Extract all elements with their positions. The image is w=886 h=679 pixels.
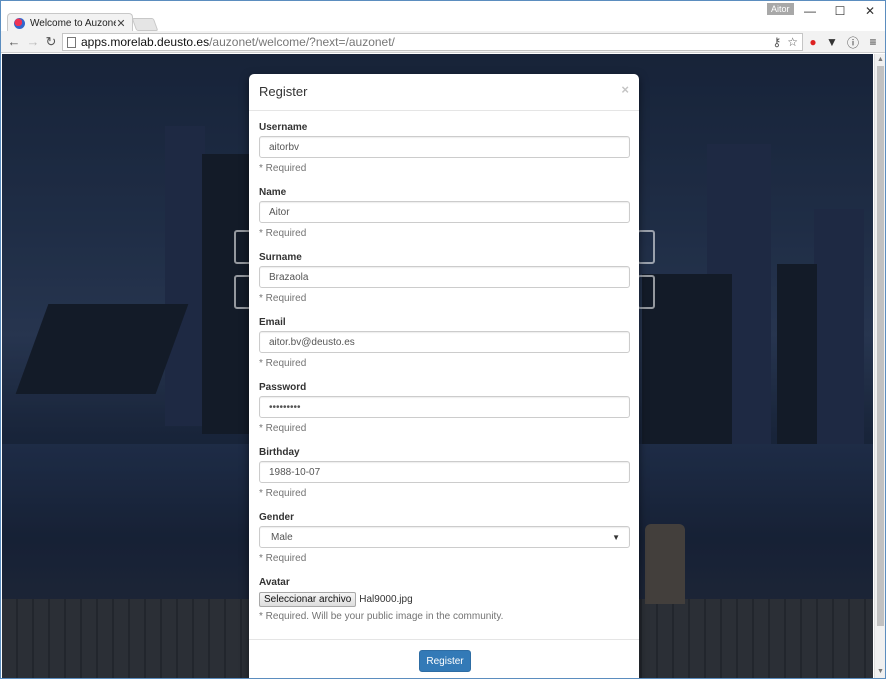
forward-button[interactable]: →: [24, 33, 42, 51]
modal-footer: Register: [249, 639, 639, 678]
name-group: Name Aitor * Required: [259, 187, 630, 252]
pocket-icon[interactable]: ▼: [824, 34, 840, 50]
background-element: [637, 230, 655, 264]
username-input[interactable]: aitorbv: [259, 136, 630, 158]
password-group: Password ••••••••• * Required: [259, 382, 630, 447]
browser-tab[interactable]: Welcome to Auzonet ✕: [7, 13, 133, 32]
birthday-label: Birthday: [259, 447, 300, 458]
url-path: /auzonet/welcome/?next=/auzonet/: [209, 35, 395, 49]
scroll-thumb[interactable]: [877, 66, 884, 626]
password-help: * Required: [259, 423, 307, 434]
email-help: * Required: [259, 358, 307, 369]
birthday-input[interactable]: 1988-10-07: [259, 461, 630, 483]
modal-body: Username aitorbv * Required Name Aitor *…: [249, 111, 639, 642]
choose-file-button[interactable]: Seleccionar archivo: [259, 591, 357, 607]
tab-title: Welcome to Auzonet: [30, 17, 116, 29]
birthday-help: * Required: [259, 488, 307, 499]
name-help: * Required: [259, 228, 307, 239]
minimize-button[interactable]: —: [795, 1, 825, 21]
chevron-down-icon: ▼: [612, 532, 620, 542]
gender-group: Gender Male ▼ * Required: [259, 512, 630, 577]
gender-help: * Required: [259, 553, 307, 564]
avatar-group: Avatar Seleccionar archivo Hal9000.jpg *…: [259, 577, 629, 642]
scroll-down-icon[interactable]: ▼: [875, 666, 885, 677]
page-scrollbar[interactable]: ▲ ▼: [874, 54, 885, 678]
gender-label: Gender: [259, 512, 295, 523]
avatar-label: Avatar: [259, 577, 290, 588]
close-window-button[interactable]: ✕: [855, 1, 885, 21]
email-value: aitor.bv@deusto.es: [269, 336, 355, 348]
password-label: Password: [259, 382, 307, 393]
avatar-file-input: Seleccionar archivo Hal9000.jpg: [259, 591, 629, 607]
browser-window: Welcome to Auzonet ✕ Aitor — ☐ ✕ ← → ↻ a…: [0, 0, 886, 679]
birthday-value: 1988-10-07: [269, 466, 321, 478]
gender-select[interactable]: Male ▼: [259, 526, 630, 548]
password-value: •••••••••: [269, 401, 301, 413]
info-icon[interactable]: ⓘ: [845, 34, 861, 50]
register-button[interactable]: Register: [419, 650, 471, 672]
register-modal: Register × Username aitorbv * Required N…: [249, 74, 639, 678]
address-bar[interactable]: apps.morelab.deusto.es/auzonet/welcome/?…: [62, 33, 803, 51]
back-button[interactable]: ←: [5, 33, 23, 51]
star-icon[interactable]: ☆: [787, 35, 798, 49]
name-value: Aitor: [269, 206, 290, 218]
favicon-icon: [14, 17, 25, 29]
page-viewport: Register × Username aitorbv * Required N…: [2, 54, 873, 678]
username-value: aitorbv: [269, 141, 300, 153]
modal-title: Register: [259, 84, 308, 99]
background-element: [637, 275, 655, 309]
avatar-help: * Required. Will be your public image in…: [259, 611, 504, 622]
birthday-group: Birthday 1988-10-07 * Required: [259, 447, 630, 512]
surname-group: Surname Brazaola * Required: [259, 252, 630, 317]
title-bar: Welcome to Auzonet ✕ Aitor — ☐ ✕: [1, 1, 885, 32]
email-group: Email aitor.bv@deusto.es * Required: [259, 317, 630, 382]
modal-header: Register ×: [249, 74, 639, 111]
name-input[interactable]: Aitor: [259, 201, 630, 223]
reload-button[interactable]: ↻: [42, 33, 60, 51]
file-name: Hal9000.jpg: [359, 593, 413, 605]
key-icon[interactable]: ⚷: [772, 35, 781, 49]
close-icon[interactable]: ×: [621, 82, 629, 97]
email-input[interactable]: aitor.bv@deusto.es: [259, 331, 630, 353]
gender-value: Male: [271, 531, 293, 543]
tab-close-icon[interactable]: ✕: [116, 17, 126, 30]
username-help: * Required: [259, 163, 307, 174]
maximize-button[interactable]: ☐: [825, 1, 855, 21]
username-label: Username: [259, 122, 308, 133]
name-label: Name: [259, 187, 287, 198]
surname-help: * Required: [259, 293, 307, 304]
url-host: apps.morelab.deusto.es: [81, 35, 210, 49]
surname-input[interactable]: Brazaola: [259, 266, 630, 288]
surname-label: Surname: [259, 252, 302, 263]
password-input[interactable]: •••••••••: [259, 396, 630, 418]
surname-value: Brazaola: [269, 271, 309, 283]
browser-toolbar: ← → ↻ apps.morelab.deusto.es/auzonet/wel…: [1, 31, 885, 53]
opera-icon[interactable]: ●: [805, 34, 821, 50]
profile-badge[interactable]: Aitor: [767, 3, 794, 15]
page-icon: [67, 36, 76, 48]
scroll-up-icon[interactable]: ▲: [875, 54, 885, 65]
email-label: Email: [259, 317, 286, 328]
username-group: Username aitorbv * Required: [259, 122, 630, 187]
menu-icon[interactable]: ≡: [865, 34, 881, 50]
new-tab-button[interactable]: [131, 18, 159, 31]
